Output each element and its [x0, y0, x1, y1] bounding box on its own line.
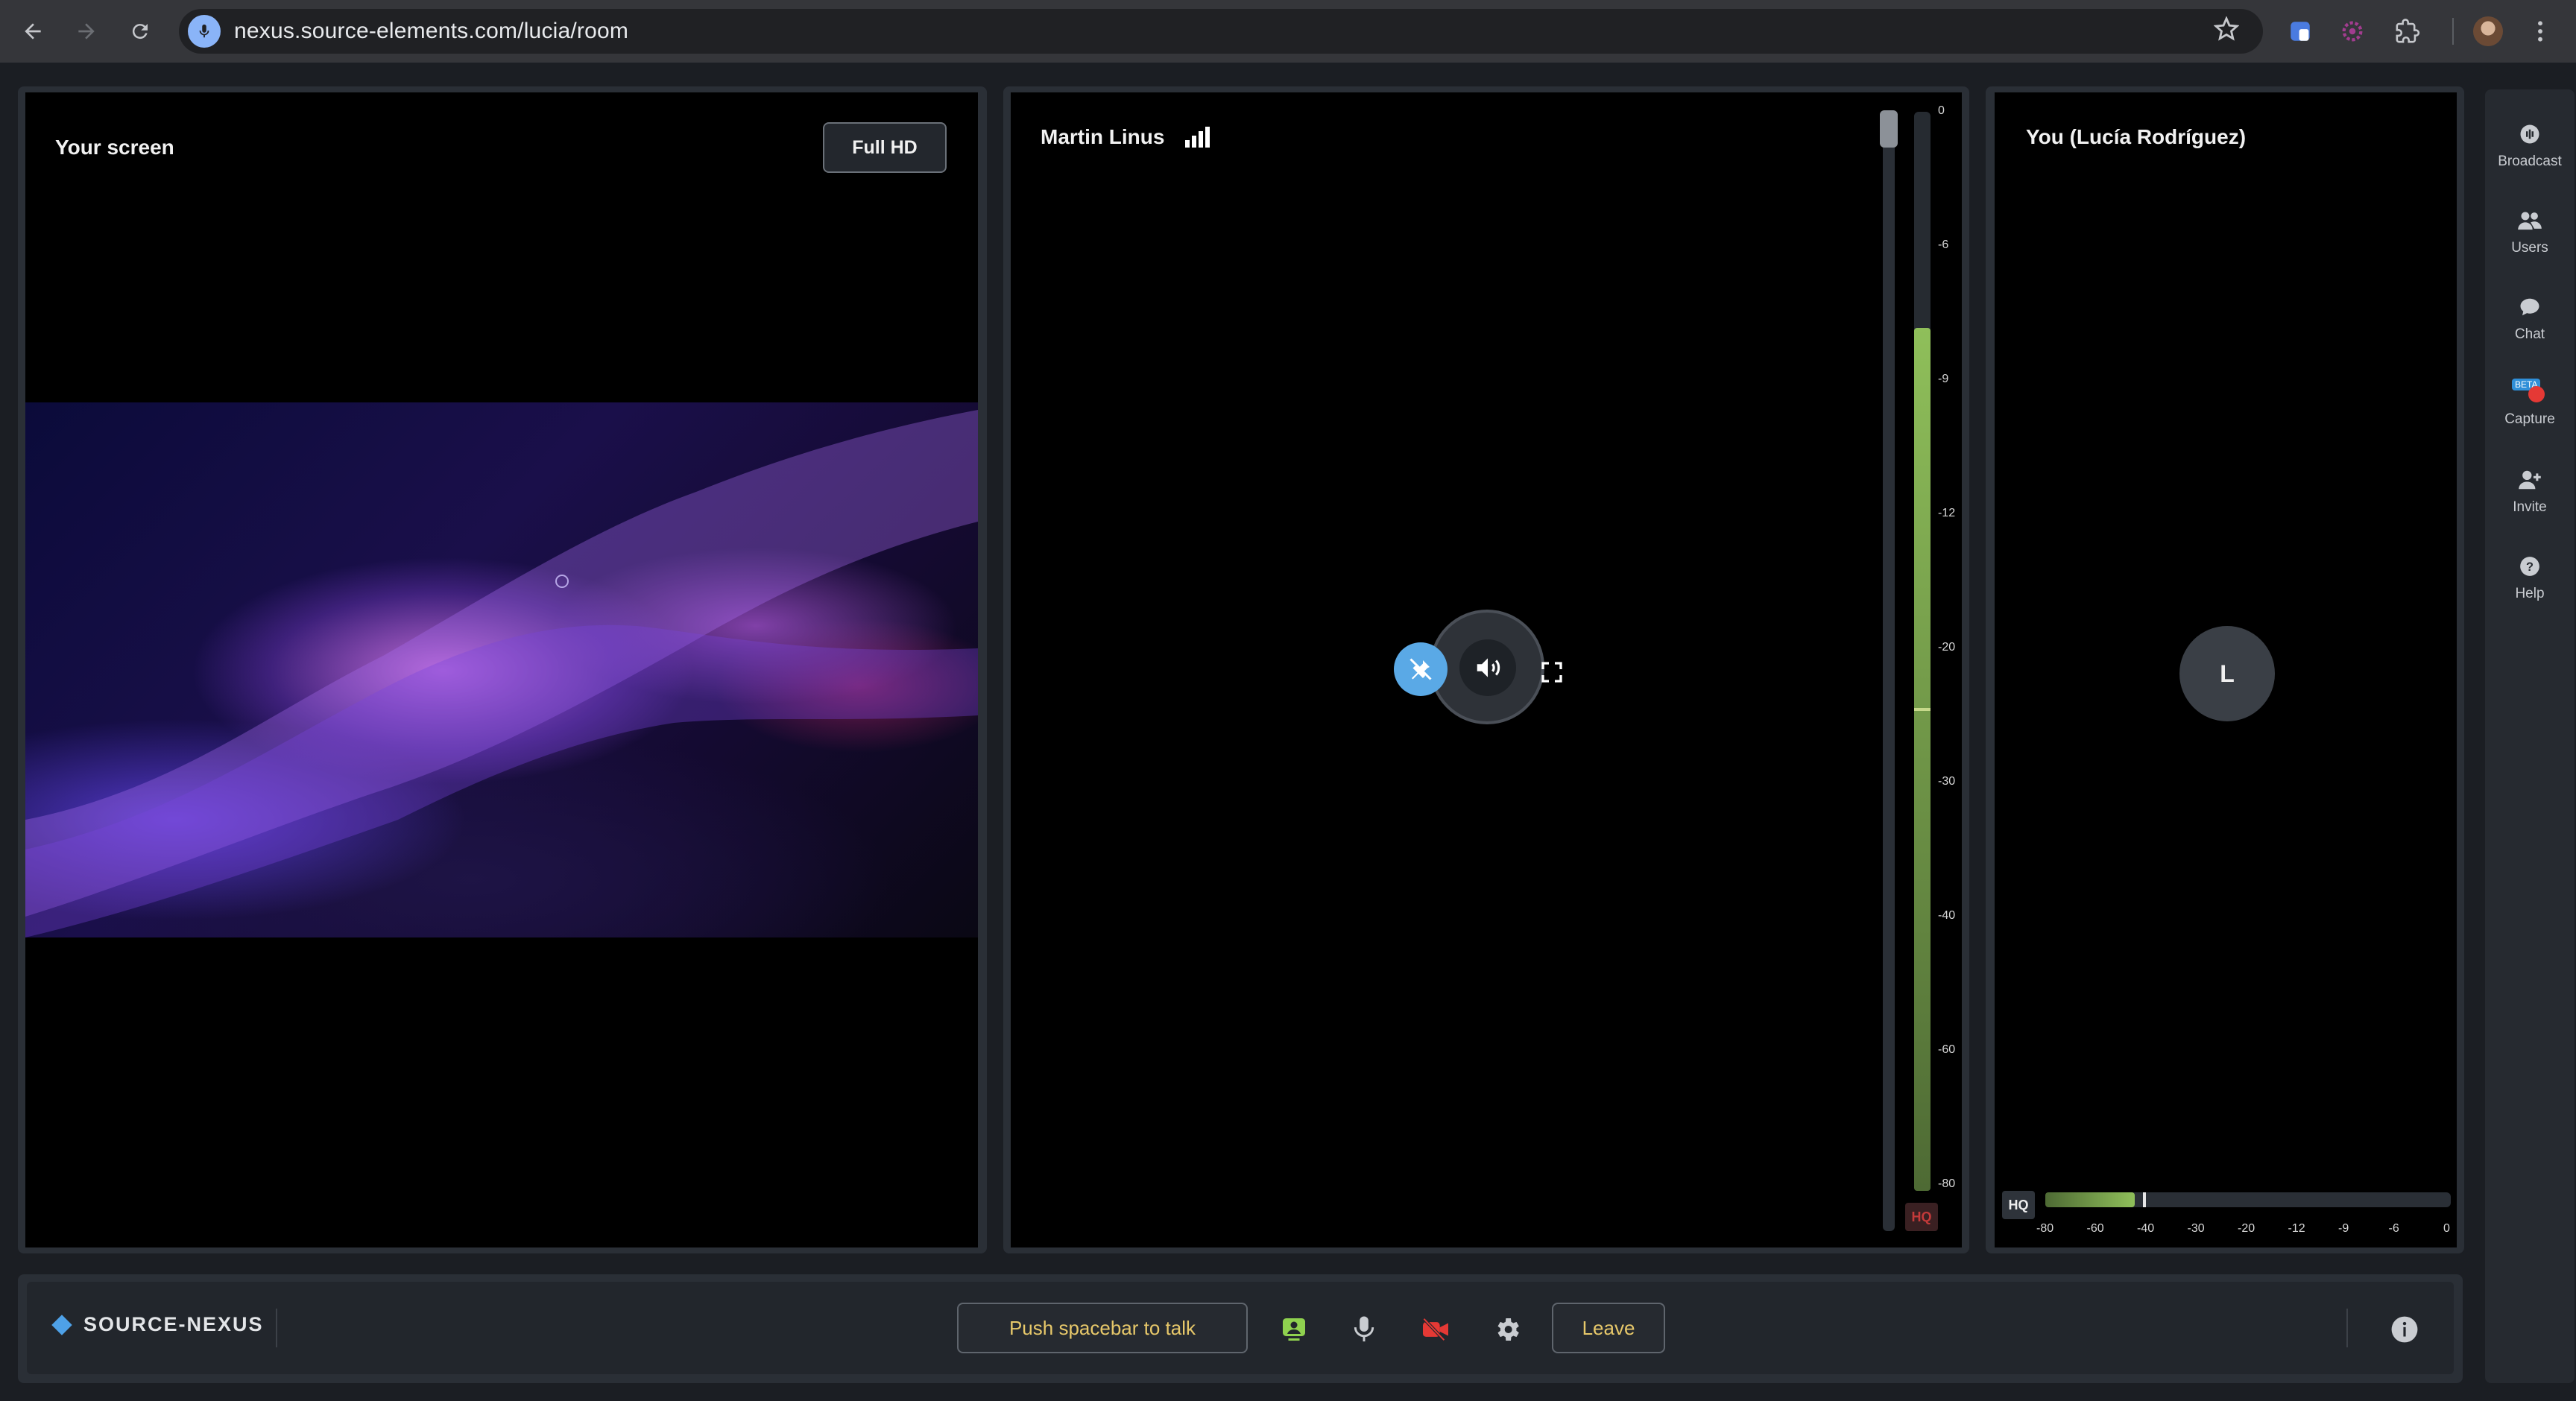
info-divider — [2346, 1309, 2348, 1347]
sidebar-item-broadcast[interactable]: Broadcast — [2485, 116, 2575, 191]
volume-slider[interactable] — [1883, 112, 1895, 1231]
push-to-talk-button[interactable]: Push spacebar to talk — [957, 1303, 1248, 1353]
extension-shield-icon[interactable] — [2284, 15, 2317, 48]
capture-icon: BETA — [2512, 377, 2545, 407]
sidebar-item-label: Users — [2511, 240, 2548, 256]
url-text[interactable]: nexus.source-elements.com/lucia/room — [234, 19, 628, 44]
meter-tick-label: 0 — [1938, 104, 1945, 117]
meter-tick-label: -30 — [1938, 775, 1956, 788]
brand-divider — [276, 1309, 277, 1347]
screen-panel-title: Your screen — [55, 136, 174, 159]
brand-diamond-icon — [51, 1314, 72, 1335]
sidebar-item-label: Broadcast — [2498, 154, 2562, 169]
record-dot-icon — [2528, 386, 2545, 402]
camera-off-icon[interactable] — [1418, 1312, 1453, 1347]
brand-name: SOURCE-NEXUS — [83, 1313, 264, 1335]
meter-tick-label: -6 — [1938, 238, 1949, 251]
leave-button[interactable]: Leave — [1552, 1303, 1665, 1353]
self-name: You (Lucía Rodríguez) — [2026, 125, 2247, 148]
meter-tick-label: -12 — [2288, 1222, 2305, 1235]
back-arrow-icon[interactable] — [15, 13, 51, 49]
meter-tick-label: 0 — [2443, 1222, 2450, 1235]
unpin-icon[interactable] — [1394, 642, 1448, 696]
sidebar-item-chat[interactable]: Chat — [2485, 289, 2575, 364]
signal-bars-icon — [1184, 125, 1210, 148]
star-icon[interactable] — [2213, 16, 2244, 46]
sidebar-item-label: Help — [2515, 586, 2545, 601]
sidebar-item-label: Chat — [2514, 326, 2545, 342]
remote-level-meter — [1914, 112, 1931, 1191]
reload-icon[interactable] — [122, 13, 158, 49]
settings-icon[interactable] — [1489, 1312, 1525, 1347]
shared-screen-image — [25, 402, 978, 937]
address-bar[interactable]: nexus.source-elements.com/lucia/room — [179, 9, 2263, 54]
forward-arrow-icon[interactable] — [69, 13, 104, 49]
meter-tick-label: -80 — [1938, 1177, 1956, 1190]
users-icon — [2515, 206, 2545, 235]
microphone-icon[interactable] — [188, 15, 221, 48]
meter-tick-label: -12 — [1938, 507, 1956, 519]
toolbar-divider — [2452, 18, 2454, 45]
screen-share-icon[interactable] — [1276, 1312, 1312, 1347]
speaker-icon[interactable] — [1459, 639, 1516, 696]
meter-tick-label: -20 — [2238, 1222, 2255, 1235]
remote-name: Martin Linus — [1041, 125, 1165, 148]
browser-toolbar: nexus.source-elements.com/lucia/room — [0, 0, 2576, 63]
meter-tick-label: -40 — [1938, 909, 1956, 922]
meter-tick-label: -60 — [2086, 1222, 2104, 1235]
meter-tick-label: -9 — [1938, 373, 1949, 385]
menu-dots-icon[interactable] — [2524, 15, 2557, 48]
meter-tick-label: -30 — [2187, 1222, 2205, 1235]
right-sidebar: Broadcast Users Chat BETA Capture Invite… — [2485, 89, 2575, 1383]
info-icon[interactable] — [2387, 1312, 2422, 1347]
sidebar-item-capture[interactable]: BETA Capture — [2485, 374, 2575, 449]
self-peak-marker — [2142, 1192, 2146, 1207]
self-level-meter — [2045, 1192, 2451, 1207]
self-level-fill — [2045, 1192, 2135, 1207]
meter-tick-label: -20 — [1938, 641, 1956, 654]
meter-tick-label: -9 — [2338, 1222, 2349, 1235]
sidebar-item-label: Invite — [2513, 499, 2547, 515]
sidebar-item-help[interactable]: ? Help — [2485, 548, 2575, 623]
fullscreen-icon[interactable] — [1534, 654, 1570, 690]
broadcast-icon — [2515, 119, 2545, 149]
invite-icon — [2515, 465, 2545, 495]
quality-button[interactable]: Full HD — [823, 122, 947, 173]
sidebar-item-invite[interactable]: Invite — [2485, 462, 2575, 537]
microphone-icon[interactable] — [1346, 1312, 1382, 1347]
remote-hq-badge[interactable]: HQ — [1905, 1203, 1938, 1231]
sidebar-item-users[interactable]: Users — [2485, 203, 2575, 277]
meter-tick-label: -6 — [2388, 1222, 2399, 1235]
remote-peak-marker — [1914, 708, 1931, 711]
remote-level-fill — [1914, 327, 1931, 1191]
help-icon: ? — [2515, 551, 2545, 581]
avatar: L — [2179, 626, 2275, 721]
meter-tick-label: -60 — [1938, 1043, 1956, 1056]
sidebar-item-label: Capture — [2504, 411, 2555, 427]
profile-avatar[interactable] — [2472, 15, 2504, 48]
self-hq-badge[interactable]: HQ — [2002, 1191, 2035, 1219]
extension-gear-icon[interactable] — [2336, 15, 2369, 48]
extensions-puzzle-icon[interactable] — [2391, 15, 2424, 48]
meter-tick-label: -40 — [2137, 1222, 2155, 1235]
chat-icon — [2515, 292, 2545, 322]
svg-text:?: ? — [2526, 560, 2534, 574]
meter-tick-label: -80 — [2036, 1222, 2054, 1235]
brand: SOURCE-NEXUS — [51, 1313, 264, 1336]
volume-slider-handle[interactable] — [1880, 110, 1898, 148]
